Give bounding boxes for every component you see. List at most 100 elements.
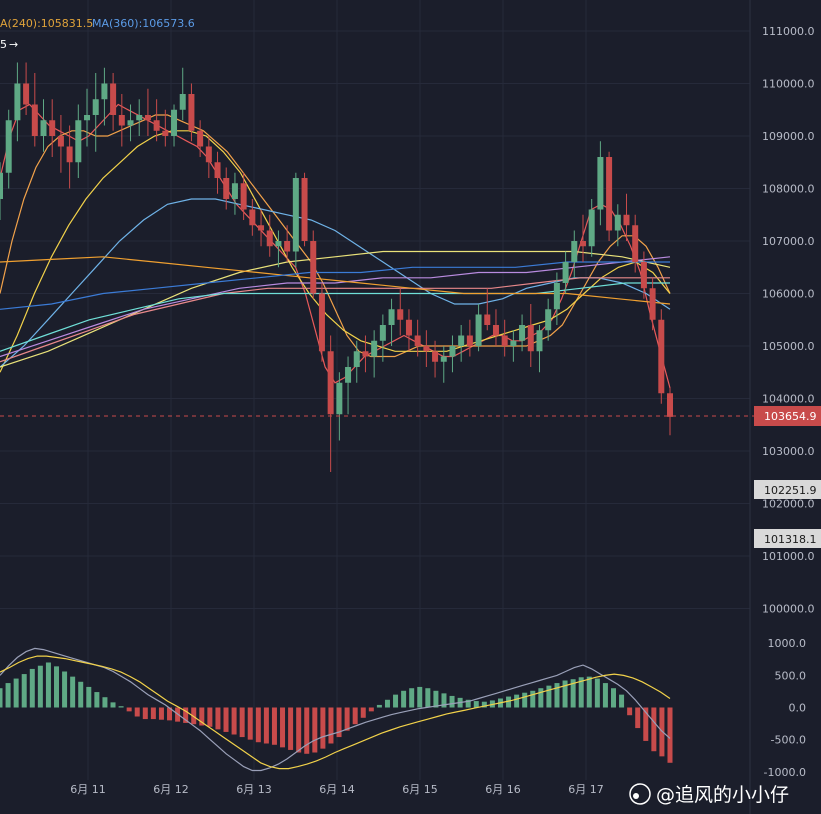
candle-body (31, 104, 38, 136)
candle-body (14, 83, 21, 121)
macd-tick-label: 500.0 (775, 669, 807, 682)
candle-body (188, 94, 195, 131)
candle-body (640, 262, 647, 289)
macd-bar (619, 694, 625, 708)
candle-body (449, 346, 456, 357)
macd-bar (635, 707, 641, 729)
candle-body (510, 340, 517, 346)
candle-body (66, 146, 73, 163)
macd-bar (150, 707, 156, 720)
candle-body (101, 83, 108, 100)
macd-bar (102, 697, 108, 708)
candle-body (623, 214, 630, 226)
macd-bar (344, 707, 350, 731)
candle-body (144, 115, 151, 121)
candle-body (362, 351, 369, 357)
macd-bar (594, 678, 600, 708)
macd-bar (610, 688, 616, 708)
candle-body (414, 335, 421, 346)
candle-body (292, 178, 299, 252)
macd-bar (78, 681, 84, 708)
macd-bar (29, 668, 35, 708)
price-level-label-1: 102251.9 (764, 484, 817, 497)
candle-body (318, 293, 325, 352)
macd-bar (21, 674, 27, 708)
macd-bar (288, 707, 294, 750)
candle-body (571, 241, 578, 262)
macd-bar (546, 685, 552, 708)
macd-tick-label: 1000.0 (768, 637, 807, 650)
macd-bar (312, 707, 318, 753)
macd-bar (522, 692, 528, 708)
legend-ma360: MA(360):106573.6 (92, 17, 195, 30)
price-tick-label: 106000.0 (762, 288, 815, 301)
candle-body (49, 120, 56, 136)
price-tick-label: 105000.0 (762, 340, 815, 353)
candle-body (597, 157, 604, 210)
macd-bar (401, 690, 407, 708)
candle-body (423, 346, 430, 352)
macd-bar (433, 690, 439, 708)
time-tick-label: 6月 15 (402, 783, 438, 796)
candle-body (397, 309, 404, 320)
candle-body (579, 241, 586, 247)
macd-tick-label: -1000.0 (764, 766, 806, 779)
candle-body (0, 172, 3, 199)
macd-bar (271, 707, 277, 745)
macd-bar (158, 707, 164, 720)
macd-bar (255, 707, 261, 743)
price-tick-label: 101000.0 (762, 550, 815, 563)
price-tick-label: 103000.0 (762, 445, 815, 458)
price-tick-label: 104000.0 (762, 393, 815, 406)
candle-body (136, 115, 143, 121)
current-price-label: 103654.9 (764, 410, 817, 423)
macd-bar (110, 702, 116, 708)
price-tick-label: 110000.0 (762, 78, 815, 91)
macd-bar (280, 707, 286, 748)
macd-bar (223, 707, 229, 732)
macd-bar (554, 683, 560, 708)
candle-body (388, 309, 395, 325)
candle-body (458, 335, 465, 346)
macd-bar (328, 707, 334, 744)
price-tick-label: 109000.0 (762, 130, 815, 143)
watermark-text: @追风的小小仔 (656, 784, 789, 806)
macd-bar (425, 688, 431, 708)
candle-body (432, 351, 439, 362)
macd-bar (296, 707, 302, 753)
macd-bar (54, 666, 60, 708)
candle-body (205, 146, 212, 163)
macd-bar (62, 671, 68, 708)
macd-bar (304, 707, 310, 754)
candle-body (310, 241, 317, 294)
price-tick-label: 100000.0 (762, 603, 815, 616)
candle-body (171, 109, 178, 136)
candle-body (606, 157, 613, 231)
macd-bar (538, 688, 544, 708)
trading-chart[interactable]: A(240):105831.5 MA(360):106573.6 5 → 111… (0, 0, 821, 814)
candle-body (588, 209, 595, 247)
candle-body (336, 382, 343, 415)
macd-bar (207, 707, 213, 727)
macd-bar (393, 694, 399, 708)
candle-body (179, 94, 186, 110)
candle-body (353, 351, 360, 367)
candle-body (231, 183, 238, 199)
candle-body (405, 319, 412, 336)
candle-body (475, 314, 482, 346)
candle-body (562, 262, 569, 283)
macd-bar (247, 707, 253, 740)
candle-body (214, 162, 221, 178)
candle-body (275, 241, 282, 247)
candle-body (223, 178, 230, 199)
macd-bar (409, 688, 415, 708)
macd-bar (667, 707, 673, 763)
weibo-logo-eye (633, 793, 639, 799)
time-tick-label: 6月 17 (568, 783, 604, 796)
macd-bar (142, 707, 148, 720)
macd-bar (215, 707, 221, 730)
macd-bar (417, 686, 423, 708)
macd-bar (126, 707, 132, 712)
candle-body (92, 99, 99, 115)
macd-bar (602, 683, 608, 708)
